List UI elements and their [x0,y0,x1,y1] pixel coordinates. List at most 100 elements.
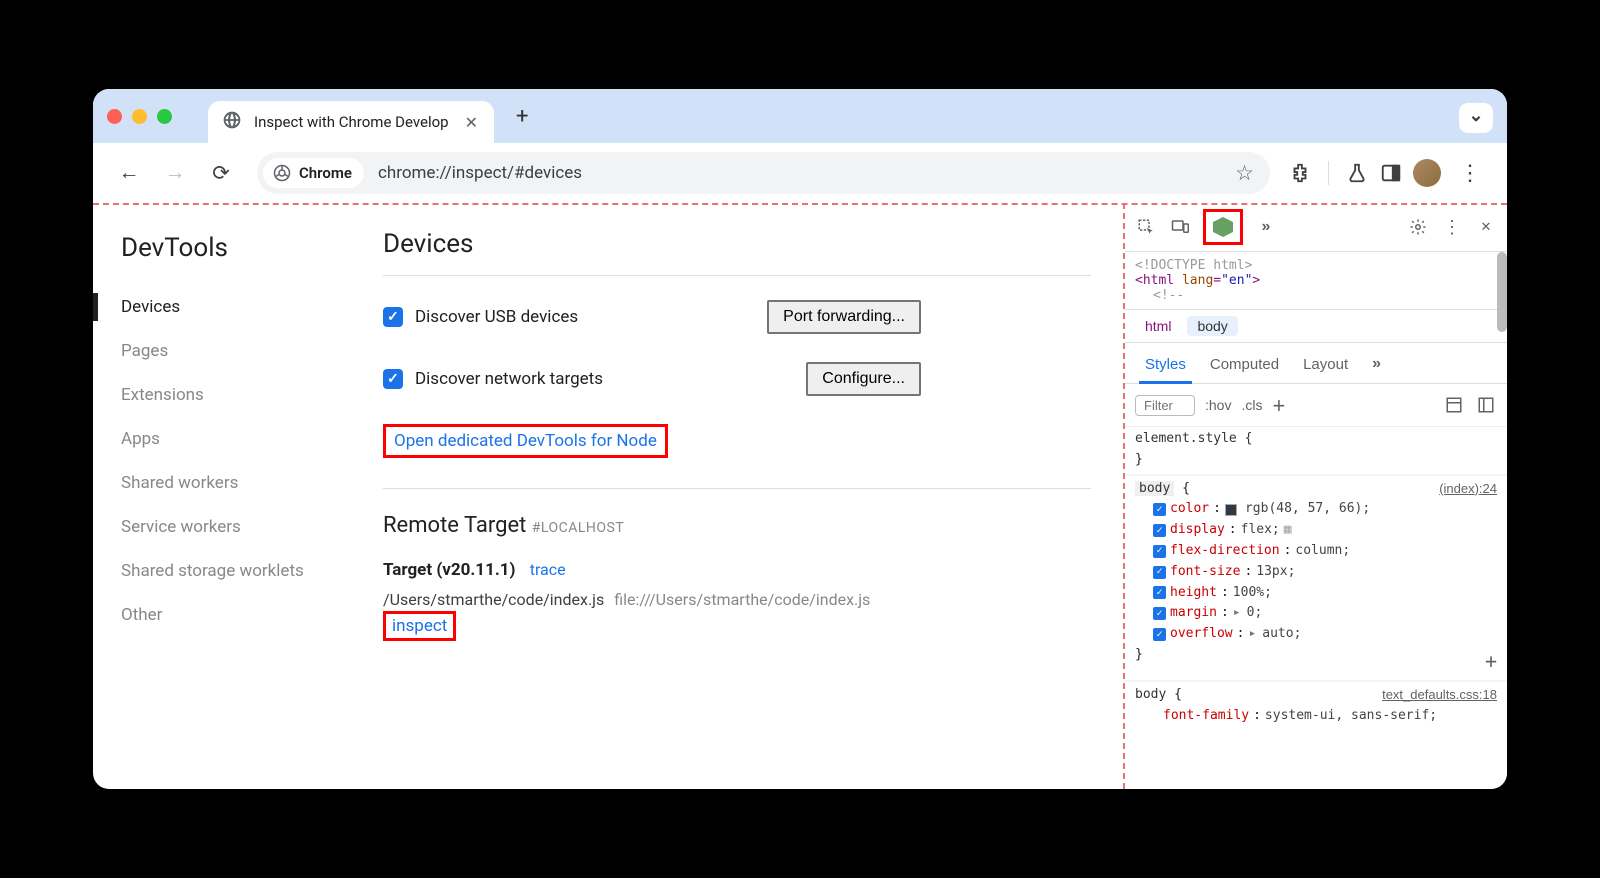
discover-usb-checkbox[interactable] [383,307,403,327]
styles-filter-input[interactable] [1135,395,1195,416]
sidebar-item-extensions[interactable]: Extensions [121,373,363,417]
window-dropdown-button[interactable] [1459,103,1493,133]
elements-breadcrumbs: html body [1125,309,1507,343]
rule-element-style: element.style { [1135,429,1497,450]
devtools-body: <!DOCTYPE html> <html lang="en"> <!-- ht… [1125,252,1507,789]
rule-body-1: body { (index):24 [1135,479,1497,500]
devices-heading: Devices [383,229,1091,259]
divider [383,488,1091,489]
side-panel-icon[interactable] [1379,161,1403,185]
toggle-sidebar-icon[interactable] [1475,394,1497,416]
tab-title: Inspect with Chrome Develop [254,113,449,131]
omnibox[interactable]: Chrome chrome://inspect/#devices ☆ [257,152,1270,194]
sidebar-item-shared-workers[interactable]: Shared workers [121,461,363,505]
inspect-sidebar: DevTools Devices Pages Extensions Apps S… [93,203,363,789]
styles-toolbar: :hov .cls [1125,384,1507,427]
styles-tabs: Styles Computed Layout [1125,343,1507,384]
discover-usb-label: Discover USB devices [415,307,578,327]
close-tab-icon[interactable]: ✕ [461,113,482,132]
elements-dom-tree[interactable]: <!DOCTYPE html> <html lang="en"> <!-- [1125,252,1507,309]
devtools-top-toolbar: ✕ [1125,203,1507,252]
labs-icon[interactable] [1345,161,1369,185]
trace-link[interactable]: trace [530,560,566,579]
maximize-window-icon[interactable] [157,109,172,124]
forward-button[interactable]: → [157,155,193,191]
usb-row: Discover USB devices Port forwarding... [383,300,1091,334]
toolbar-separator [1328,161,1329,185]
new-tab-button[interactable]: + [516,104,528,129]
more-tabs-icon[interactable] [1255,216,1277,238]
close-window-icon[interactable] [107,109,122,124]
tab-layout[interactable]: Layout [1293,350,1358,383]
remote-target-heading: Remote Target #LOCALHOST [383,513,1091,538]
sidebar-item-pages[interactable]: Pages [121,329,363,373]
window-traffic-lights [107,109,172,124]
devtools-menu-icon[interactable] [1441,216,1463,238]
omnibox-url: chrome://inspect/#devices [378,163,1221,183]
divider [383,275,1091,276]
reload-button[interactable]: ⟳ [203,155,239,191]
device-toggle-icon[interactable] [1169,216,1191,238]
flex-editor-icon[interactable]: ▦ [1284,520,1292,541]
node-inspect-button[interactable] [1203,209,1243,245]
toggle-hov-button[interactable]: :hov [1205,397,1231,413]
chrome-menu-icon[interactable]: ⋮ [1451,161,1489,186]
node-icon [1213,217,1233,237]
inspect-link[interactable]: inspect [383,611,456,641]
target-url: file:///Users/stmarthe/code/index.js [614,590,870,609]
network-row: Discover network targets Configure... [383,362,1091,396]
browser-tab[interactable]: Inspect with Chrome Develop ✕ [208,101,494,143]
browser-titlebar: Inspect with Chrome Develop ✕ + [93,89,1507,143]
rule-source-link[interactable]: (index):24 [1439,479,1497,500]
target-path: /Users/stmarthe/code/index.js [383,590,604,609]
new-style-rule-button[interactable] [1272,392,1285,418]
main-area: DevTools Devices Pages Extensions Apps S… [93,203,1507,789]
chrome-icon [273,164,291,182]
target-line: Target (v20.11.1) trace [383,560,1091,580]
sidebar-item-devices[interactable]: Devices [121,285,363,329]
scrollbar-thumb[interactable] [1497,252,1507,332]
tab-computed[interactable]: Computed [1200,350,1289,383]
add-property-icon[interactable]: + [1485,645,1497,677]
configure-button[interactable]: Configure... [806,362,921,396]
browser-toolbar: ← → ⟳ Chrome chrome://inspect/#devices ☆… [93,143,1507,203]
toggle-cls-button[interactable]: .cls [1241,397,1262,413]
profile-avatar[interactable] [1413,159,1441,187]
sidebar-item-shared-storage[interactable]: Shared storage worklets [121,549,363,593]
remote-target-label: Remote Target [383,513,526,538]
dom-doctype: <!DOCTYPE html> [1135,258,1252,273]
tab-styles[interactable]: Styles [1135,350,1196,383]
styles-rules[interactable]: element.style { } body { (index):24 colo… [1125,427,1507,789]
rule-body-2: body { text_defaults.css:18 [1135,685,1497,706]
target-name: Target (v20.11.1) [383,560,515,580]
more-style-tabs-icon[interactable] [1362,349,1391,383]
sidebar-item-apps[interactable]: Apps [121,417,363,461]
chevron-down-icon [1468,108,1483,129]
inspect-element-icon[interactable] [1135,216,1157,238]
discover-network-label: Discover network targets [415,369,603,389]
target-paths: /Users/stmarthe/code/index.js file:///Us… [383,590,1091,609]
discover-network-checkbox[interactable] [383,369,403,389]
devices-content: Devices Discover USB devices Port forwar… [363,203,1123,789]
rule-source-link-2[interactable]: text_defaults.css:18 [1382,685,1497,706]
sidebar-item-service-workers[interactable]: Service workers [121,505,363,549]
sidebar-item-other[interactable]: Other [121,593,363,637]
close-devtools-icon[interactable]: ✕ [1475,216,1497,238]
dom-comment: <!-- [1153,288,1184,303]
devtools-panel: ✕ <!DOCTYPE html> <html lang="en"> <!-- … [1123,203,1507,789]
open-node-devtools-link[interactable]: Open dedicated DevTools for Node [383,424,668,458]
back-button[interactable]: ← [111,155,147,191]
globe-icon [222,110,242,134]
sidebar-heading: DevTools [121,233,363,263]
bookmark-star-icon[interactable]: ☆ [1235,161,1254,186]
port-forwarding-button[interactable]: Port forwarding... [767,300,921,334]
security-chip[interactable]: Chrome [263,158,364,188]
inspect-page: DevTools Devices Pages Extensions Apps S… [93,203,1123,789]
breadcrumb-body[interactable]: body [1187,316,1237,336]
minimize-window-icon[interactable] [132,109,147,124]
breadcrumb-html[interactable]: html [1135,316,1181,336]
settings-icon[interactable] [1407,216,1429,238]
computed-style-icon[interactable] [1443,394,1465,416]
extensions-icon[interactable] [1288,161,1312,185]
remote-target-host: #LOCALHOST [532,520,624,536]
